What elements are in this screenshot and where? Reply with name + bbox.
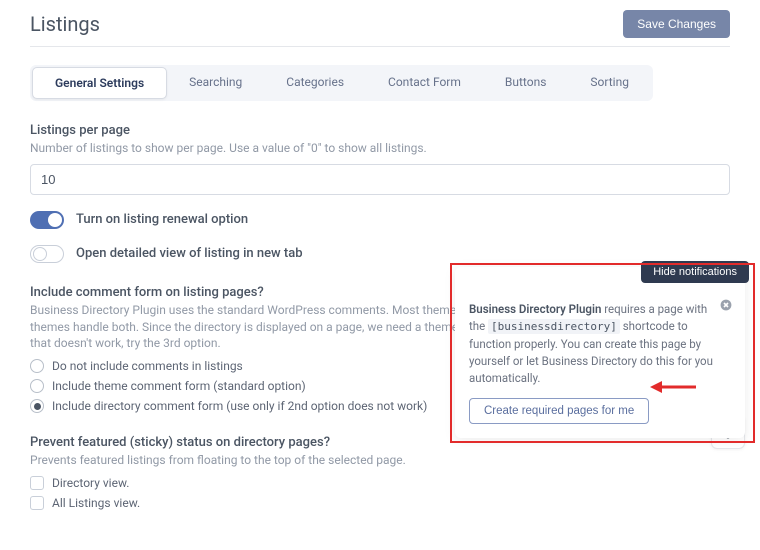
listings-per-page-desc: Number of listings to show per page. Use…: [30, 140, 730, 157]
sticky-desc: Prevents featured listings from floating…: [30, 452, 730, 469]
tab-searching[interactable]: Searching: [167, 67, 264, 99]
listings-per-page-label: Listings per page: [30, 123, 730, 138]
comments-option-1-radio[interactable]: [30, 379, 44, 393]
tab-buttons[interactable]: Buttons: [483, 67, 569, 99]
page-title: Listings: [30, 12, 100, 36]
new-tab-toggle-label: Open detailed view of listing in new tab: [76, 246, 303, 261]
comments-option-0-radio[interactable]: [30, 359, 44, 373]
notification-body: Business Directory Plugin requires a pag…: [469, 301, 731, 388]
tab-sorting[interactable]: Sorting: [568, 67, 651, 99]
tab-general-settings[interactable]: General Settings: [32, 67, 167, 99]
comments-option-2-label: Include directory comment form (use only…: [52, 399, 427, 413]
new-tab-toggle[interactable]: [30, 245, 64, 263]
comments-option-1-label: Include theme comment form (standard opt…: [52, 379, 306, 393]
save-changes-button[interactable]: Save Changes: [623, 10, 730, 38]
close-notification-icon[interactable]: [719, 299, 733, 313]
comments-option-2-radio[interactable]: [30, 399, 44, 413]
tab-categories[interactable]: Categories: [264, 67, 366, 99]
notification-panel: Hide notifications Business Directory Pl…: [455, 267, 745, 438]
notification-shortcode: [businessdirectory]: [488, 319, 620, 334]
create-required-pages-button[interactable]: Create required pages for me: [469, 398, 649, 424]
sticky-all-listings-label: All Listings view.: [52, 496, 140, 510]
listings-per-page-input[interactable]: [30, 164, 730, 195]
hide-notifications-button[interactable]: Hide notifications: [641, 261, 749, 283]
sticky-directory-view-checkbox[interactable]: [30, 476, 44, 490]
sticky-directory-view-label: Directory view.: [52, 476, 129, 490]
sticky-all-listings-checkbox[interactable]: [30, 496, 44, 510]
renewal-toggle[interactable]: [30, 211, 64, 229]
settings-tabs: General Settings Searching Categories Co…: [30, 65, 653, 101]
renewal-toggle-label: Turn on listing renewal option: [76, 212, 248, 227]
notification-lead: Business Directory Plugin: [469, 302, 601, 316]
tab-contact-form[interactable]: Contact Form: [366, 67, 483, 99]
comments-option-0-label: Do not include comments in listings: [52, 359, 243, 373]
